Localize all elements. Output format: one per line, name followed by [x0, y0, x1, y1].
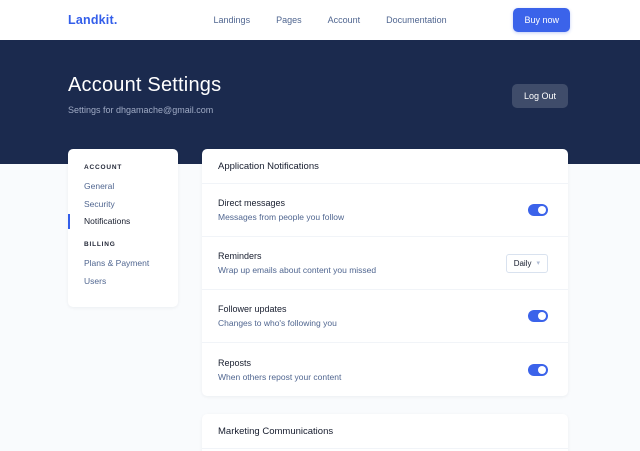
- toggle-knob: [538, 206, 546, 214]
- hero-text: Account Settings Settings for dhgamache@…: [68, 74, 221, 115]
- toggle-knob: [538, 312, 546, 320]
- setting-subtitle: When others repost your content: [218, 372, 341, 382]
- page-title: Account Settings: [68, 74, 221, 97]
- setting-subtitle: Changes to who's following you: [218, 318, 337, 328]
- setting-title: Follower updates: [218, 304, 337, 314]
- sidebar-item-plans-payment[interactable]: Plans & Payment: [84, 258, 168, 269]
- page-subtitle: Settings for dhgamache@gmail.com: [68, 105, 221, 115]
- select-value: Daily: [514, 259, 532, 268]
- nav-link-account[interactable]: Account: [328, 15, 361, 25]
- nav-link-pages[interactable]: Pages: [276, 15, 302, 25]
- setting-text: Reminders Wrap up emails about content y…: [218, 251, 376, 275]
- sidebar-heading-billing: Billing: [84, 241, 168, 248]
- hero-banner: Account Settings Settings for dhgamache@…: [0, 40, 640, 164]
- settings-sidebar: Account General Security Notifications B…: [68, 149, 178, 307]
- follower-updates-toggle[interactable]: [528, 310, 548, 322]
- application-notifications-card: Application Notifications Direct message…: [202, 149, 568, 396]
- setting-title: Direct messages: [218, 198, 344, 208]
- sidebar-item-general[interactable]: General: [84, 181, 168, 192]
- setting-text: Follower updates Changes to who's follow…: [218, 304, 337, 328]
- reposts-toggle[interactable]: [528, 364, 548, 376]
- chevron-down-icon: ▾: [536, 260, 540, 267]
- reminders-frequency-select[interactable]: Daily ▾: [506, 254, 548, 273]
- sidebar-item-security[interactable]: Security: [84, 199, 168, 210]
- setting-text: Reposts When others repost your content: [218, 358, 341, 382]
- setting-row-reposts: Reposts When others repost your content: [202, 343, 568, 396]
- content-area: Account General Security Notifications B…: [0, 149, 640, 451]
- nav-link-documentation[interactable]: Documentation: [386, 15, 447, 25]
- nav-link-landings[interactable]: Landings: [214, 15, 251, 25]
- marketing-communications-card: Marketing Communications: [202, 414, 568, 451]
- log-out-button[interactable]: Log Out: [512, 84, 568, 108]
- logo[interactable]: Landkit.: [68, 13, 118, 27]
- sidebar-heading-account: Account: [84, 164, 168, 171]
- nav-links: Landings Pages Account Documentation: [214, 15, 447, 25]
- setting-title: Reposts: [218, 358, 341, 368]
- direct-messages-toggle[interactable]: [528, 204, 548, 216]
- toggle-knob: [538, 366, 546, 374]
- top-navbar: Landkit. Landings Pages Account Document…: [0, 0, 640, 40]
- sidebar-item-notifications[interactable]: Notifications: [84, 216, 168, 227]
- setting-title: Reminders: [218, 251, 376, 261]
- setting-subtitle: Wrap up emails about content you missed: [218, 265, 376, 275]
- settings-main-column: Application Notifications Direct message…: [202, 149, 568, 451]
- setting-subtitle: Messages from people you follow: [218, 212, 344, 222]
- setting-row-follower-updates: Follower updates Changes to who's follow…: [202, 290, 568, 343]
- buy-now-button[interactable]: Buy now: [513, 8, 570, 32]
- card-title-marketing-communications: Marketing Communications: [202, 414, 568, 449]
- setting-row-direct-messages: Direct messages Messages from people you…: [202, 184, 568, 237]
- setting-text: Direct messages Messages from people you…: [218, 198, 344, 222]
- setting-row-reminders: Reminders Wrap up emails about content y…: [202, 237, 568, 290]
- card-title-application-notifications: Application Notifications: [202, 149, 568, 184]
- sidebar-item-users[interactable]: Users: [84, 276, 168, 287]
